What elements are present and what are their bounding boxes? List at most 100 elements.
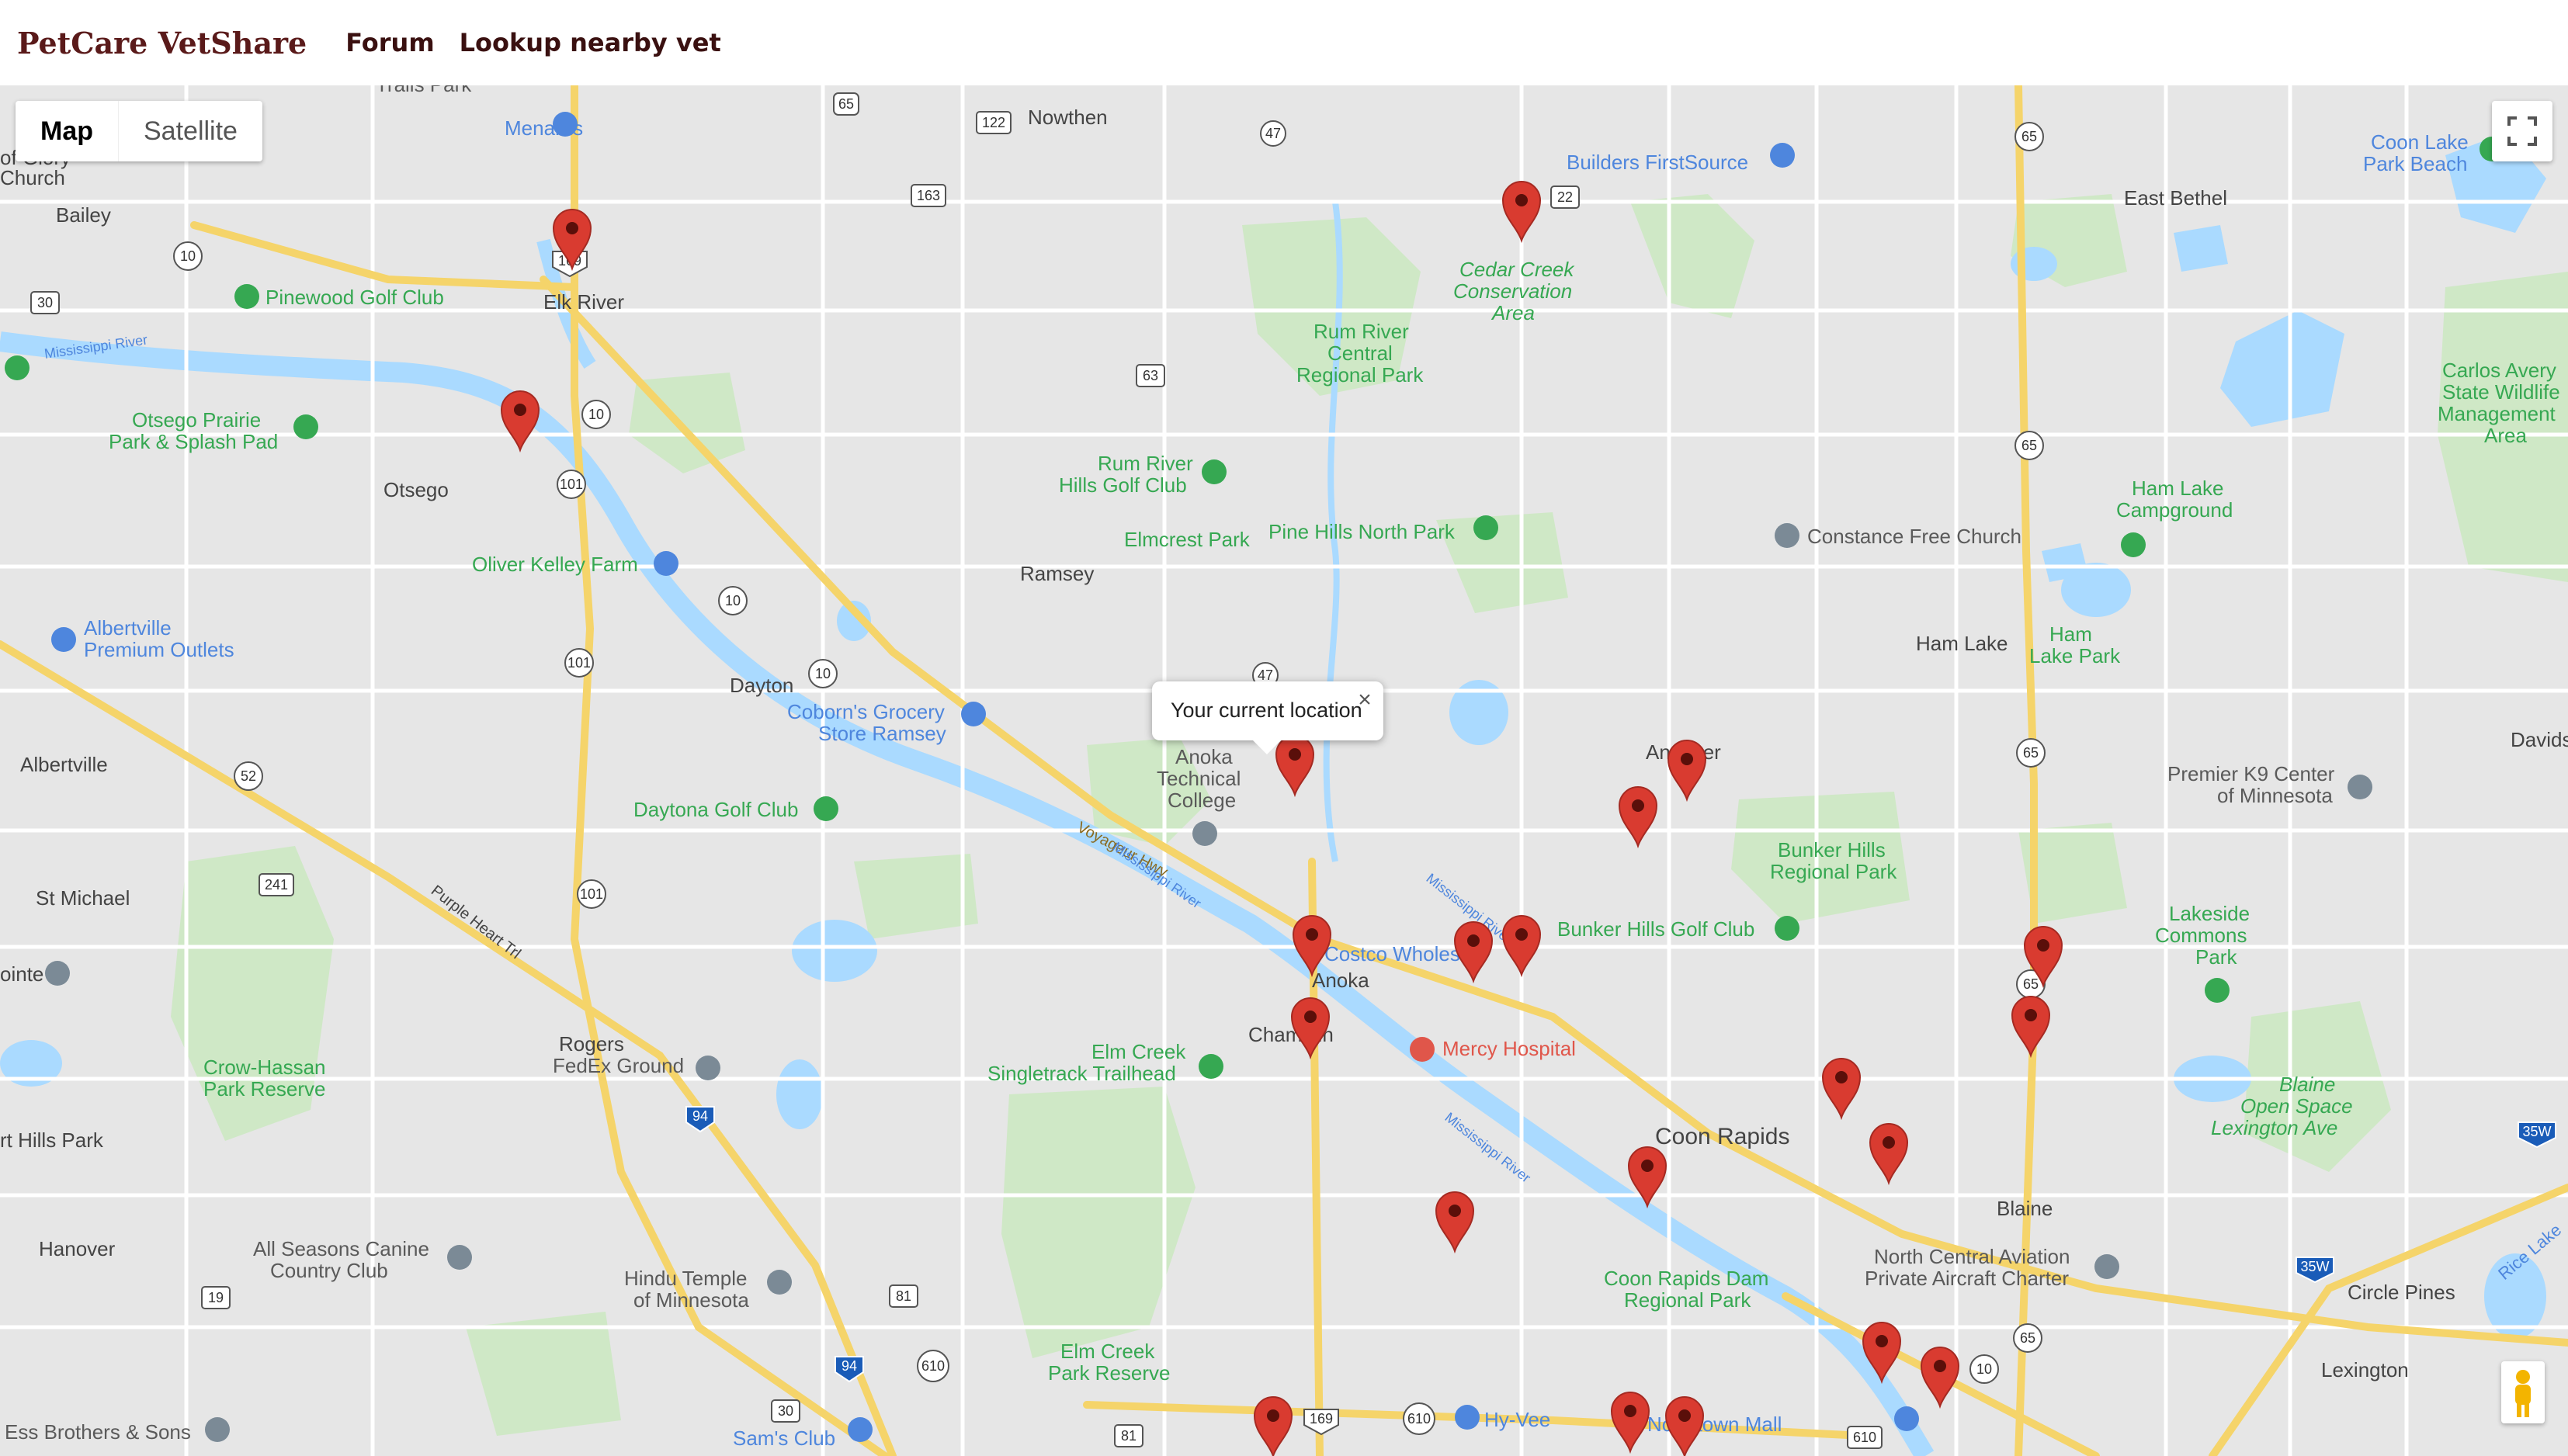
map-type-satellite-button[interactable]: Satellite (119, 101, 262, 161)
svg-text:Commons: Commons (2155, 924, 2247, 947)
svg-text:Technical: Technical (1157, 767, 1241, 790)
svg-text:Campground: Campground (2116, 498, 2233, 522)
vet-marker[interactable] (1664, 1396, 1705, 1456)
svg-text:81: 81 (1121, 1428, 1137, 1444)
svg-text:Lexington: Lexington (2321, 1358, 2409, 1381)
svg-text:Park & Splash Pad: Park & Splash Pad (109, 430, 278, 453)
nav-forum[interactable]: Forum (345, 28, 434, 57)
navbar: PetCare VetShare Forum Lookup nearby vet (0, 0, 2568, 85)
svg-text:Singletrack Trailhead: Singletrack Trailhead (987, 1062, 1176, 1085)
svg-text:Elmcrest Park: Elmcrest Park (1124, 528, 1251, 551)
map-type-map-button[interactable]: Map (16, 101, 119, 161)
vet-marker[interactable] (1275, 735, 1315, 798)
fullscreen-button[interactable] (2492, 101, 2552, 161)
vet-marker[interactable] (1253, 1396, 1293, 1456)
vet-marker[interactable] (2011, 996, 2051, 1059)
svg-text:30: 30 (37, 295, 53, 310)
svg-text:ointe: ointe (0, 962, 43, 986)
svg-text:Park Beach: Park Beach (2363, 152, 2467, 175)
svg-text:Elm Creek: Elm Creek (1060, 1340, 1155, 1363)
svg-text:10: 10 (1976, 1361, 1992, 1377)
svg-text:Store Ramsey: Store Ramsey (818, 722, 946, 745)
svg-text:of Minnesota: of Minnesota (2217, 784, 2333, 807)
svg-text:Purple Heart Trl: Purple Heart Trl (428, 882, 524, 963)
svg-text:Hindu Temple: Hindu Temple (624, 1267, 748, 1290)
svg-text:Bunker Hills Golf Club: Bunker Hills Golf Club (1557, 917, 1754, 941)
svg-text:Lakeside: Lakeside (2169, 902, 2250, 925)
street-view-pegman-button[interactable] (2501, 1361, 2545, 1423)
svg-text:Daytona Golf Club: Daytona Golf Club (633, 798, 798, 821)
svg-text:Regional Park: Regional Park (1624, 1288, 1751, 1312)
svg-text:Crow-Hassan: Crow-Hassan (203, 1056, 326, 1079)
svg-text:Coborn's Grocery: Coborn's Grocery (787, 700, 945, 723)
svg-text:Premier K9 Center: Premier K9 Center (2167, 762, 2335, 785)
svg-text:FedEx Ground: FedEx Ground (553, 1054, 684, 1077)
svg-text:Area: Area (2484, 424, 2527, 447)
svg-text:Cedar Creek: Cedar Creek (1459, 258, 1575, 281)
vet-marker[interactable] (500, 390, 540, 453)
svg-text:Open Space: Open Space (2240, 1094, 2353, 1118)
close-icon[interactable]: × (1349, 685, 1380, 716)
svg-text:47: 47 (1265, 126, 1281, 141)
svg-text:Rum River: Rum River (1098, 452, 1193, 475)
svg-text:65: 65 (2020, 1330, 2035, 1346)
svg-text:Regional Park: Regional Park (1770, 860, 1897, 883)
svg-text:10: 10 (725, 593, 741, 608)
svg-text:Mississippi River: Mississippi River (1110, 839, 1204, 911)
svg-text:610: 610 (921, 1358, 945, 1374)
svg-text:Park Reserve: Park Reserve (203, 1077, 326, 1101)
svg-text:47: 47 (1258, 667, 1273, 683)
vet-marker[interactable] (1869, 1123, 1909, 1186)
vet-marker[interactable] (1290, 997, 1331, 1060)
svg-text:Blaine: Blaine (2279, 1073, 2335, 1096)
vet-marker[interactable] (1920, 1347, 1960, 1409)
svg-text:163: 163 (917, 188, 940, 203)
brand-logo[interactable]: PetCare VetShare (17, 26, 307, 61)
svg-text:Bunker Hills: Bunker Hills (1778, 838, 1886, 861)
vet-marker[interactable] (1618, 786, 1658, 849)
svg-text:10: 10 (180, 248, 196, 264)
svg-text:Carlos Avery: Carlos Avery (2442, 359, 2556, 382)
svg-text:65: 65 (2021, 129, 2037, 144)
info-window-text: Your current location (1171, 699, 1362, 722)
pegman-icon (2515, 1370, 2531, 1417)
svg-text:Anoka: Anoka (1312, 969, 1369, 992)
svg-text:Lake Park: Lake Park (2029, 644, 2121, 667)
svg-text:30: 30 (778, 1403, 793, 1419)
svg-text:Hy-Vee: Hy-Vee (1484, 1408, 1550, 1431)
svg-text:Ham: Ham (2049, 622, 2092, 646)
vet-marker[interactable] (1610, 1392, 1650, 1454)
vet-marker[interactable] (1667, 740, 1707, 803)
svg-text:65: 65 (2023, 976, 2039, 992)
vet-marker[interactable] (1821, 1058, 1862, 1121)
svg-text:St Michael: St Michael (36, 886, 130, 910)
vet-marker[interactable] (1501, 915, 1542, 978)
svg-text:Coon Lake: Coon Lake (2371, 130, 2469, 154)
svg-text:Coon Rapids Dam: Coon Rapids Dam (1604, 1267, 1768, 1290)
svg-text:Bailey: Bailey (56, 203, 111, 227)
map-canvas[interactable]: 65 122 47 22 163 169 10 30 63 10 65 65 1… (0, 85, 2568, 1456)
svg-text:81: 81 (896, 1288, 911, 1304)
svg-text:Elk River: Elk River (543, 290, 624, 314)
svg-text:610: 610 (1853, 1430, 1876, 1445)
map[interactable]: 65 122 47 22 163 169 10 30 63 10 65 65 1… (0, 85, 2568, 1456)
vet-marker[interactable] (1453, 921, 1494, 984)
vet-marker[interactable] (1435, 1191, 1475, 1254)
svg-text:Albertville: Albertville (20, 753, 108, 776)
svg-text:10: 10 (588, 407, 604, 422)
vet-marker[interactable] (1501, 181, 1542, 244)
svg-text:Nowthen: Nowthen (1028, 106, 1108, 129)
svg-text:Ess Brothers & Sons: Ess Brothers & Sons (5, 1420, 191, 1444)
svg-text:Pinewood Golf Club: Pinewood Golf Club (265, 286, 444, 309)
svg-text:Ham Lake: Ham Lake (2132, 477, 2224, 500)
svg-text:65: 65 (838, 96, 854, 112)
svg-text:Regional Park: Regional Park (1296, 363, 1424, 387)
svg-text:North Central Aviation: North Central Aviation (1874, 1245, 2070, 1268)
svg-text:241: 241 (265, 877, 288, 893)
svg-text:Anoka: Anoka (1175, 745, 1233, 768)
svg-text:169: 169 (1310, 1411, 1333, 1427)
svg-text:65: 65 (2023, 745, 2039, 761)
svg-text:Menards: Menards (505, 116, 583, 140)
nav-lookup-vet[interactable]: Lookup nearby vet (460, 28, 721, 57)
svg-text:19: 19 (208, 1290, 224, 1305)
